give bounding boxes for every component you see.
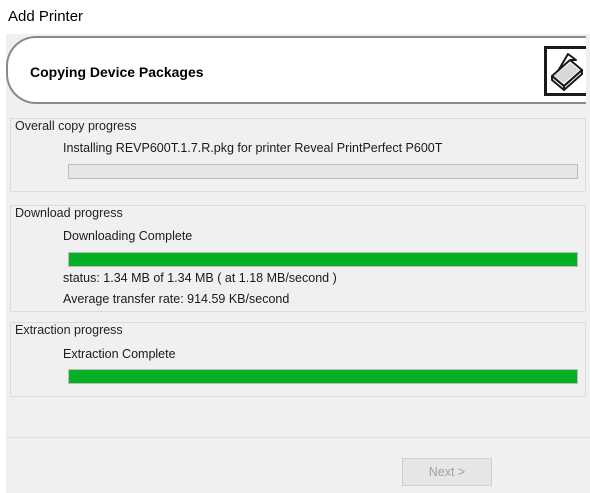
download-progress-bar bbox=[68, 252, 578, 267]
overall-progress-label: Overall copy progress bbox=[15, 119, 140, 133]
download-rate-text: Average transfer rate: 914.59 KB/second bbox=[63, 292, 290, 306]
extraction-progress-fill bbox=[69, 370, 577, 383]
add-printer-window: Add Printer Copying Device Packages Over… bbox=[0, 0, 590, 493]
download-status-text: Downloading Complete bbox=[63, 229, 193, 243]
overall-progress-group: Overall copy progress Installing REVP600… bbox=[10, 118, 586, 192]
download-progress-group: Download progress Downloading Complete s… bbox=[10, 205, 586, 312]
window-title: Add Printer bbox=[8, 8, 84, 25]
extraction-progress-bar bbox=[68, 369, 578, 384]
page-title: Copying Device Packages bbox=[30, 64, 204, 80]
overall-status-text: Installing REVP600T.1.7.R.pkg for printe… bbox=[63, 141, 443, 155]
extraction-progress-label: Extraction progress bbox=[15, 323, 126, 337]
download-progress-label: Download progress bbox=[15, 206, 126, 220]
download-progress-fill bbox=[69, 253, 577, 266]
overall-progress-bar bbox=[68, 164, 578, 179]
extraction-status-text: Extraction Complete bbox=[63, 347, 176, 361]
printer-icon bbox=[544, 46, 586, 96]
footer-divider bbox=[6, 437, 590, 438]
extraction-progress-group: Extraction progress Extraction Complete bbox=[10, 322, 586, 397]
next-button[interactable]: Next > bbox=[402, 458, 492, 486]
download-detail-text: status: 1.34 MB of 1.34 MB ( at 1.18 MB/… bbox=[63, 271, 337, 285]
wizard-header-banner: Copying Device Packages bbox=[6, 36, 586, 104]
